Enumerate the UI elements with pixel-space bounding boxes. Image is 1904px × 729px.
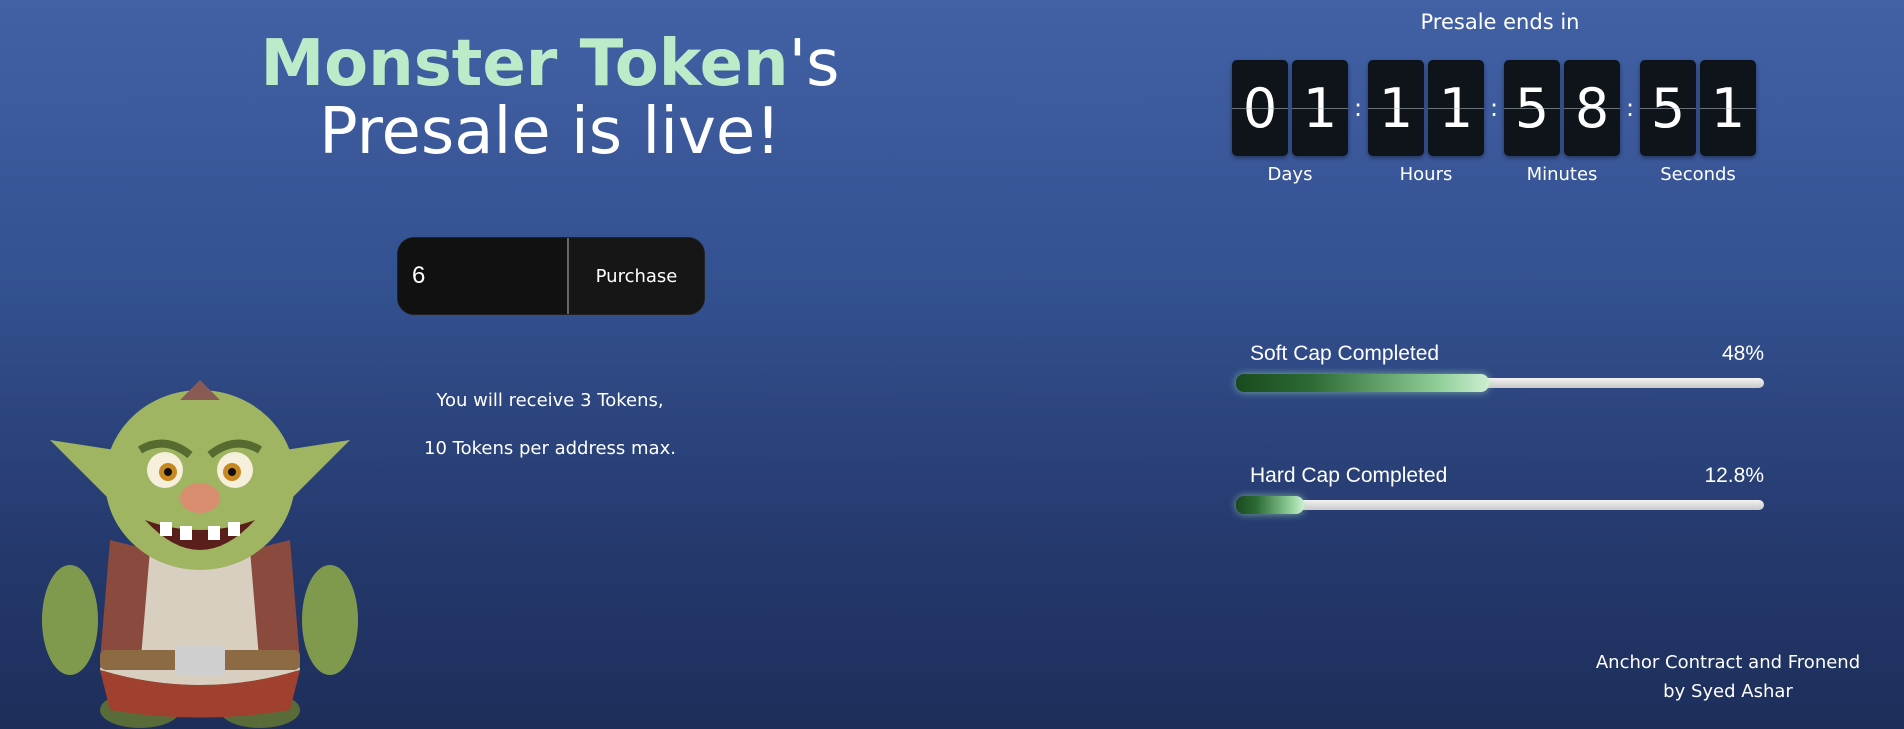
brand-possessive: 's (788, 27, 840, 101)
hard-cap-progress: Hard Cap Completed 12.8% (1236, 464, 1764, 514)
countdown-hours: 1 1 Hours (1368, 60, 1484, 185)
soft-cap-label: Soft Cap Completed (1250, 342, 1440, 365)
countdown-separator: : (1353, 94, 1363, 122)
credit-line-1: Anchor Contract and Fronend (1595, 652, 1861, 673)
countdown-separator: : (1625, 94, 1635, 122)
purchase-form: Purchase (398, 238, 704, 314)
purchase-button[interactable]: Purchase (569, 238, 704, 314)
soft-cap-fill (1236, 374, 1490, 392)
title-line-1: Monster Token's (250, 30, 850, 98)
countdown-digit: 0 (1232, 60, 1288, 156)
countdown-separator: : (1489, 94, 1499, 122)
countdown-days-label: Days (1267, 164, 1313, 185)
countdown-digit: 1 (1292, 60, 1348, 156)
countdown-timer: 0 1 Days : 1 1 Hours : 5 8 Minutes : 5 1… (1232, 60, 1756, 185)
hard-cap-percent: 12.8% (1704, 464, 1764, 487)
countdown-digit: 1 (1700, 60, 1756, 156)
soft-cap-progress: Soft Cap Completed 48% (1236, 342, 1764, 392)
hard-cap-fill (1236, 496, 1304, 514)
goblin-mascot-icon (42, 380, 358, 728)
max-tokens-text: 10 Tokens per address max. (424, 438, 676, 459)
soft-cap-percent: 48% (1721, 342, 1764, 365)
countdown-seconds-label: Seconds (1660, 164, 1736, 185)
countdown-hours-label: Hours (1399, 164, 1453, 185)
token-amount-input[interactable] (398, 238, 569, 314)
countdown-digit: 8 (1564, 60, 1620, 156)
countdown-minutes-label: Minutes (1526, 164, 1598, 185)
countdown-title: Presale ends in (1420, 10, 1580, 34)
hard-cap-label: Hard Cap Completed (1250, 464, 1448, 487)
countdown-digit: 5 (1640, 60, 1696, 156)
countdown-minutes: 5 8 Minutes (1504, 60, 1620, 185)
presale-live-title: Presale is live! (319, 95, 781, 169)
hard-cap-track (1236, 496, 1764, 514)
receive-tokens-text: You will receive 3 Tokens, (436, 390, 664, 411)
credit-line-2: by Syed Ashar (1663, 681, 1793, 702)
countdown-days: 0 1 Days (1232, 60, 1348, 185)
footer-credit: Anchor Contract and Fronend by Syed Asha… (1560, 648, 1896, 706)
countdown-digit: 5 (1504, 60, 1560, 156)
brand-name: Monster Token (260, 27, 789, 101)
countdown-seconds: 5 1 Seconds (1640, 60, 1756, 185)
countdown-digit: 1 (1368, 60, 1424, 156)
page-title: Monster Token's Presale is live! (250, 30, 850, 166)
soft-cap-track (1236, 374, 1764, 392)
countdown-digit: 1 (1428, 60, 1484, 156)
